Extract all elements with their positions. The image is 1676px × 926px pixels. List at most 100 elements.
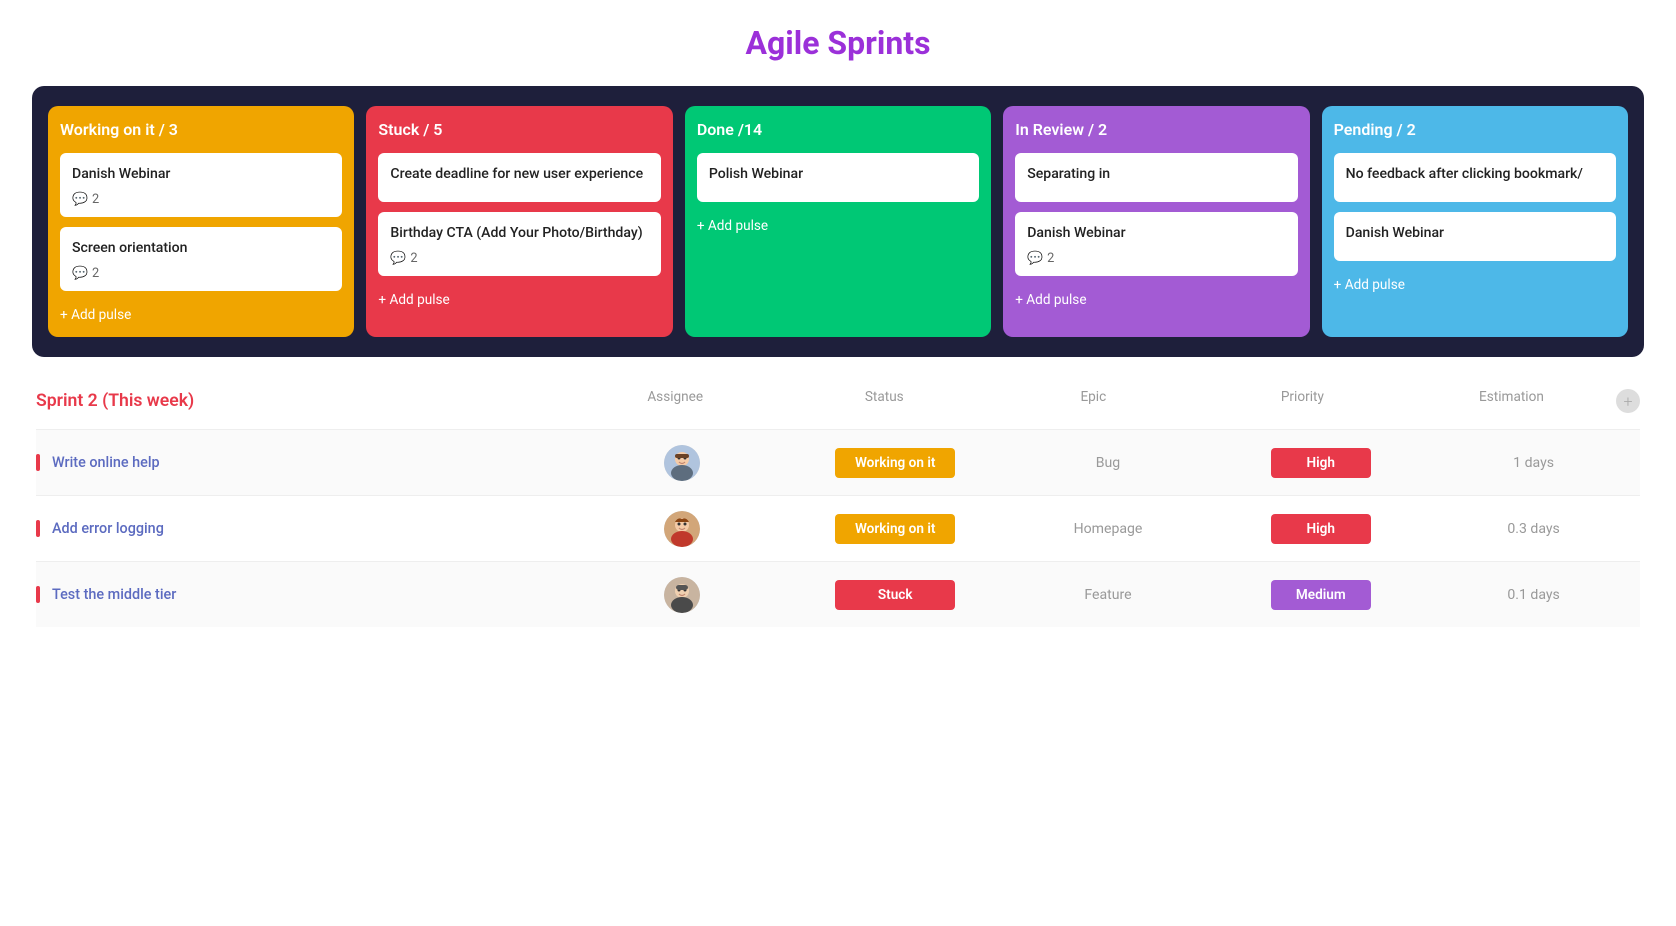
status-badge: Stuck bbox=[835, 580, 955, 610]
task-left-border bbox=[36, 586, 40, 603]
sprint-header-row: Sprint 2 (This week) Assignee Status Epi… bbox=[36, 389, 1640, 413]
kanban-card-c4[interactable]: Birthday CTA (Add Your Photo/Birthday) 2 bbox=[378, 212, 660, 276]
assignee-cell bbox=[576, 569, 789, 621]
col-status: Status bbox=[780, 389, 989, 413]
kanban-card-c1[interactable]: Danish Webinar 2 bbox=[60, 153, 342, 217]
col-estimation: Estimation bbox=[1407, 389, 1616, 413]
sprint-title: Sprint 2 (This week) bbox=[36, 391, 571, 411]
estimate-text: 0.3 days bbox=[1507, 521, 1559, 537]
status-cell[interactable]: Working on it bbox=[789, 440, 1002, 486]
priority-cell[interactable]: High bbox=[1214, 440, 1427, 486]
column-header-done: Done /14 bbox=[697, 120, 979, 139]
add-column-button[interactable]: + bbox=[1616, 389, 1640, 413]
status-cell[interactable]: Stuck bbox=[789, 572, 1002, 618]
column-header-in-review: In Review / 2 bbox=[1015, 120, 1297, 139]
sprint-cells: Stuck Feature Medium 0.1 days bbox=[576, 569, 1640, 621]
kanban-card-c7[interactable]: Danish Webinar 2 bbox=[1015, 212, 1297, 276]
comment-icon bbox=[72, 192, 88, 207]
task-name-text[interactable]: Write online help bbox=[52, 454, 160, 471]
epic-cell: Feature bbox=[1002, 579, 1215, 611]
priority-cell[interactable]: Medium bbox=[1214, 572, 1427, 618]
epic-text: Bug bbox=[1096, 455, 1120, 471]
task-left-border bbox=[36, 520, 40, 537]
estimate-text: 1 days bbox=[1513, 455, 1554, 471]
card-title: Separating in bbox=[1027, 165, 1285, 184]
task-name-cell-r3: Test the middle tier bbox=[36, 576, 576, 613]
priority-badge: High bbox=[1271, 448, 1371, 478]
card-meta: 2 bbox=[1027, 251, 1285, 266]
sprint-col-labels: Assignee Status Epic Priority Estimation… bbox=[571, 389, 1640, 413]
sprint-row: Write online help Working on it Bug High 1 d… bbox=[36, 429, 1640, 495]
task-name-cell-r2: Add error logging bbox=[36, 510, 576, 547]
col-epic: Epic bbox=[989, 389, 1198, 413]
estimate-text: 0.1 days bbox=[1507, 587, 1559, 603]
page-title: Agile Sprints bbox=[32, 24, 1644, 62]
sprint-row: Add error logging Working on it Homepage Hi… bbox=[36, 495, 1640, 561]
kanban-card-c8[interactable]: No feedback after clicking bookmark/ bbox=[1334, 153, 1616, 202]
card-title: Danish Webinar bbox=[72, 165, 330, 184]
sprint-section: Sprint 2 (This week) Assignee Status Epi… bbox=[32, 389, 1644, 627]
epic-cell: Bug bbox=[1002, 447, 1215, 479]
epic-text: Homepage bbox=[1074, 521, 1143, 537]
card-meta: 2 bbox=[390, 251, 648, 266]
kanban-column-working-on-it: Working on it / 3Danish Webinar2Screen o… bbox=[48, 106, 354, 337]
card-title: Danish Webinar bbox=[1346, 224, 1604, 243]
card-title: No feedback after clicking bookmark/ bbox=[1346, 165, 1604, 184]
priority-badge: High bbox=[1271, 514, 1371, 544]
sprint-cells: Working on it Bug High 1 days bbox=[576, 437, 1640, 489]
task-name-text[interactable]: Test the middle tier bbox=[52, 586, 176, 603]
kanban-column-in-review: In Review / 2 Separating in Danish Webinar… bbox=[1003, 106, 1309, 337]
kanban-card-c6[interactable]: Separating in bbox=[1015, 153, 1297, 202]
column-header-working-on-it: Working on it / 3 bbox=[60, 120, 342, 139]
status-cell[interactable]: Working on it bbox=[789, 506, 1002, 552]
kanban-board: Working on it / 3Danish Webinar2Screen o… bbox=[32, 86, 1644, 357]
kanban-column-done: Done /14 Polish Webinar + Add pulse bbox=[685, 106, 991, 337]
epic-text: Feature bbox=[1084, 587, 1131, 603]
add-pulse-stuck[interactable]: + Add pulse bbox=[378, 290, 660, 310]
avatar bbox=[664, 577, 700, 613]
sprint-row: Test the middle tier Stuck Feature Medium 0.… bbox=[36, 561, 1640, 627]
card-title: Screen orientation bbox=[72, 239, 330, 258]
card-title: Create deadline for new user experience bbox=[390, 165, 648, 184]
add-pulse-done[interactable]: + Add pulse bbox=[697, 216, 979, 236]
epic-cell: Homepage bbox=[1002, 513, 1215, 545]
card-title: Danish Webinar bbox=[1027, 224, 1285, 243]
priority-badge: Medium bbox=[1271, 580, 1371, 610]
comment-count: 2 bbox=[410, 251, 417, 266]
card-meta: 2 bbox=[72, 192, 330, 207]
comment-count: 2 bbox=[92, 192, 99, 207]
sprint-rows-container: Write online help Working on it Bug High 1 d… bbox=[36, 429, 1640, 627]
task-left-border bbox=[36, 454, 40, 471]
avatar bbox=[664, 511, 700, 547]
status-badge: Working on it bbox=[835, 514, 955, 544]
comment-icon bbox=[1027, 251, 1043, 266]
add-pulse-pending[interactable]: + Add pulse bbox=[1334, 275, 1616, 295]
estimation-cell: 1 days bbox=[1427, 447, 1640, 479]
task-name-text[interactable]: Add error logging bbox=[52, 520, 164, 537]
column-header-pending: Pending / 2 bbox=[1334, 120, 1616, 139]
kanban-column-pending: Pending / 2 No feedback after clicking bo… bbox=[1322, 106, 1628, 337]
estimation-cell: 0.3 days bbox=[1427, 513, 1640, 545]
card-title: Birthday CTA (Add Your Photo/Birthday) bbox=[390, 224, 648, 243]
add-pulse-in-review[interactable]: + Add pulse bbox=[1015, 290, 1297, 310]
col-priority: Priority bbox=[1198, 389, 1407, 413]
sprint-cells: Working on it Homepage High 0.3 days bbox=[576, 503, 1640, 555]
task-name-cell-r1: Write online help bbox=[36, 444, 576, 481]
comment-count: 2 bbox=[1047, 251, 1054, 266]
status-badge: Working on it bbox=[835, 448, 955, 478]
avatar bbox=[664, 445, 700, 481]
kanban-card-c5[interactable]: Polish Webinar bbox=[697, 153, 979, 202]
kanban-card-c2[interactable]: Screen orientation 2 bbox=[60, 227, 342, 291]
kanban-column-stuck: Stuck / 5 Create deadline for new user ex… bbox=[366, 106, 672, 337]
assignee-cell bbox=[576, 437, 789, 489]
priority-cell[interactable]: High bbox=[1214, 506, 1427, 552]
column-header-stuck: Stuck / 5 bbox=[378, 120, 660, 139]
kanban-card-c3[interactable]: Create deadline for new user experience bbox=[378, 153, 660, 202]
add-pulse-working-on-it[interactable]: + Add pulse bbox=[60, 305, 342, 325]
card-title: Polish Webinar bbox=[709, 165, 967, 184]
comment-icon bbox=[72, 266, 88, 281]
card-meta: 2 bbox=[72, 266, 330, 281]
kanban-card-c9[interactable]: Danish Webinar bbox=[1334, 212, 1616, 261]
assignee-cell bbox=[576, 503, 789, 555]
col-assignee: Assignee bbox=[571, 389, 780, 413]
